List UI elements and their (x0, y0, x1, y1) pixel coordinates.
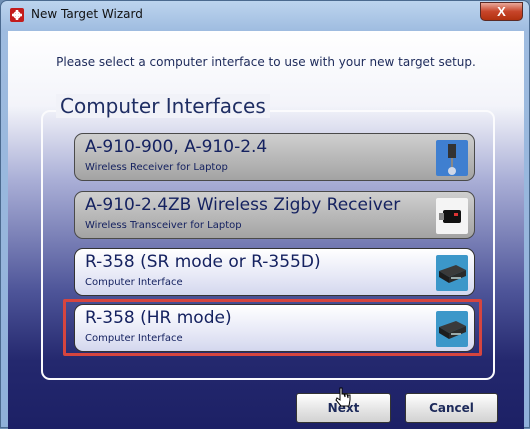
close-button[interactable]: X (480, 2, 523, 21)
interface-box-icon (436, 255, 468, 291)
option-a910-24zb[interactable]: A-910-2.4ZB Wireless Zigby Receiver Wire… (74, 191, 475, 239)
wizard-window: New Target Wizard X Please select a comp… (0, 0, 530, 429)
option-a910-900[interactable]: A-910-900, A-910-2.4 Wireless Receiver f… (74, 133, 475, 181)
window-title: New Target Wizard (31, 7, 143, 21)
option-description: Computer Interface (85, 277, 183, 288)
option-description: Wireless Receiver for Laptop (85, 162, 228, 173)
option-description: Wireless Transceiver for Laptop (85, 220, 242, 231)
wireless-receiver-icon (436, 140, 468, 176)
option-name: A-910-900, A-910-2.4 (85, 137, 268, 157)
wizard-content: Please select a computer interface to us… (8, 31, 524, 429)
instruction-text: Please select a computer interface to us… (56, 55, 476, 69)
selection-highlight (63, 299, 482, 356)
option-name: R-358 (SR mode or R-355D) (85, 252, 321, 272)
cancel-button[interactable]: Cancel (405, 393, 498, 423)
title-bar[interactable]: New Target Wizard X (1, 1, 529, 29)
app-icon (10, 8, 24, 22)
option-r358-sr[interactable]: R-358 (SR mode or R-355D) Computer Inter… (74, 248, 475, 296)
usb-transceiver-icon (436, 198, 468, 234)
mouse-cursor-icon (335, 387, 351, 407)
option-name: A-910-2.4ZB Wireless Zigby Receiver (85, 195, 401, 215)
group-title: Computer Interfaces (56, 94, 270, 118)
